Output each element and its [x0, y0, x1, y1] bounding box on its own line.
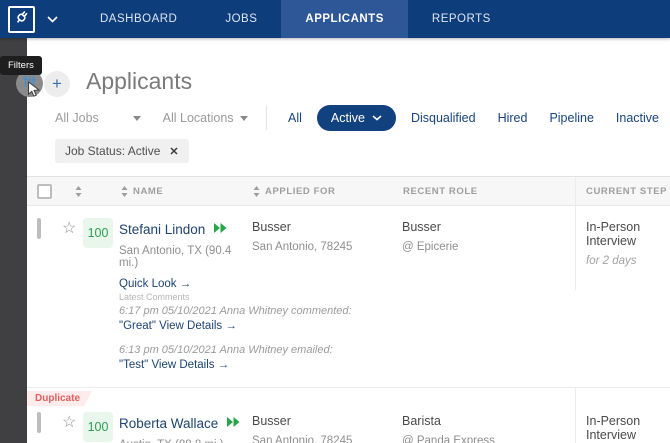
recent-company: @ Epicerie [402, 241, 575, 253]
fast-forward-icon[interactable] [214, 220, 227, 238]
current-step: In-Person Interview [586, 414, 670, 442]
sliders-filter-icon [23, 75, 36, 93]
nav-item-dashboard[interactable]: DASHBOARD [76, 0, 201, 38]
applicant-location: Austin, TX (88.8 mi.) [119, 439, 249, 443]
remove-filter-icon[interactable]: ✕ [169, 145, 178, 158]
column-header-applied-for[interactable]: APPLIED FOR [265, 186, 335, 197]
duplicate-badge: Duplicate [27, 391, 92, 406]
current-step-label: CURRENT STEP [586, 186, 667, 197]
nav-menu: DASHBOARD JOBS APPLICANTS REPORTS [76, 0, 515, 38]
comment-meta: 6:13 pm 05/10/2021 Anna Whitney emailed: [119, 343, 670, 358]
brand-chevron-down-icon[interactable] [47, 16, 58, 23]
locations-dropdown[interactable]: All Locations [163, 111, 249, 125]
applied-role: Busser [252, 414, 399, 428]
table-row: Duplicate ☆ 100 Roberta Wallace Austin, … [27, 388, 670, 443]
jobs-dropdown[interactable]: All Jobs [55, 111, 141, 125]
tab-active[interactable]: Active [317, 105, 396, 131]
recent-company: @ Panda Express [402, 435, 575, 443]
recent-role: Busser [402, 220, 575, 234]
comment-view-details-link[interactable]: "Great" View Details → [119, 319, 670, 334]
current-step-cell: In-Person Interview for 16 days [575, 388, 670, 443]
jobs-dropdown-value: All Jobs [55, 111, 99, 125]
add-applicant-button[interactable]: + [44, 71, 70, 97]
filter-chip-label: Job Status: Active [65, 144, 160, 158]
column-header-name[interactable]: NAME [133, 186, 163, 197]
applied-role: Busser [252, 220, 399, 234]
divider [266, 106, 267, 130]
filter-bar: All Jobs All Locations All Active Disqua… [55, 105, 670, 131]
tab-all[interactable]: All [277, 111, 313, 125]
sort-applied-icon[interactable] [253, 186, 260, 197]
page-title: Applicants [86, 68, 192, 95]
table-row: ☆ 100 Stefani Lindon San Antonio, TX (90… [27, 206, 670, 388]
recent-role: Barista [402, 414, 575, 428]
row-checkbox[interactable] [37, 218, 41, 239]
quick-look-link[interactable]: Quick Look → [119, 278, 249, 290]
column-header-current-step: CURRENT STEP [575, 177, 670, 205]
score-badge: 100 [83, 412, 113, 442]
tab-hired[interactable]: Hired [487, 111, 539, 125]
applied-location: San Antonio, 78245 [252, 241, 399, 253]
chevron-down-icon [372, 115, 382, 121]
top-nav: DASHBOARD JOBS APPLICANTS REPORTS [0, 0, 670, 38]
applicant-name-link[interactable]: Roberta Wallace [119, 416, 218, 431]
fast-forward-icon[interactable] [227, 414, 240, 432]
sort-score-icon[interactable] [75, 186, 82, 197]
tab-active-label: Active [331, 111, 365, 125]
select-all-checkbox[interactable] [37, 184, 52, 199]
step-duration: for 2 days [586, 255, 670, 267]
tab-disqualified[interactable]: Disqualified [400, 111, 487, 125]
latest-comments: Latest Comments 6:17 pm 05/10/2021 Anna … [119, 284, 670, 387]
current-step-cell: In-Person Interview for 2 days [575, 206, 670, 290]
comment-view-details-link[interactable]: "Test" View Details → [119, 358, 670, 373]
plug-icon [13, 8, 31, 31]
tab-pipeline[interactable]: Pipeline [538, 111, 604, 125]
comment-meta: 6:17 pm 05/10/2021 Anna Whitney commente… [119, 304, 670, 319]
locations-dropdown-value: All Locations [163, 111, 234, 125]
filters-tooltip: Filters [0, 56, 42, 75]
brand-logo[interactable] [8, 6, 35, 33]
tab-inactive[interactable]: Inactive [605, 111, 670, 125]
current-step: In-Person Interview [586, 220, 670, 248]
comments-label: Latest Comments [119, 292, 670, 302]
column-header-recent-role: RECENT ROLE [403, 186, 478, 197]
chevron-down-icon [133, 116, 141, 121]
applicant-name-link[interactable]: Stefani Lindon [119, 222, 205, 237]
job-status-filter-chip: Job Status: Active ✕ [55, 139, 189, 163]
nav-item-jobs[interactable]: JOBS [201, 0, 281, 38]
applicant-location: San Antonio, TX (90.4 mi.) [119, 245, 249, 269]
nav-item-reports[interactable]: REPORTS [408, 0, 515, 38]
row-checkbox[interactable] [37, 412, 41, 433]
score-badge: 100 [83, 218, 113, 248]
applied-location: San Antonio, 78245 [252, 435, 399, 443]
applicants-table: NAME APPLIED FOR RECENT ROLE CURRENT STE… [27, 176, 670, 443]
table-header: NAME APPLIED FOR RECENT ROLE CURRENT STE… [27, 176, 670, 206]
status-tabs: All Active Disqualified Hired Pipeline I… [277, 105, 670, 131]
nav-item-applicants[interactable]: APPLICANTS [281, 0, 407, 38]
star-icon[interactable]: ☆ [62, 220, 76, 237]
chevron-down-icon [240, 116, 248, 121]
collapsed-sidebar [0, 38, 27, 443]
sort-name-icon[interactable] [121, 186, 128, 197]
star-icon[interactable]: ☆ [62, 414, 76, 431]
